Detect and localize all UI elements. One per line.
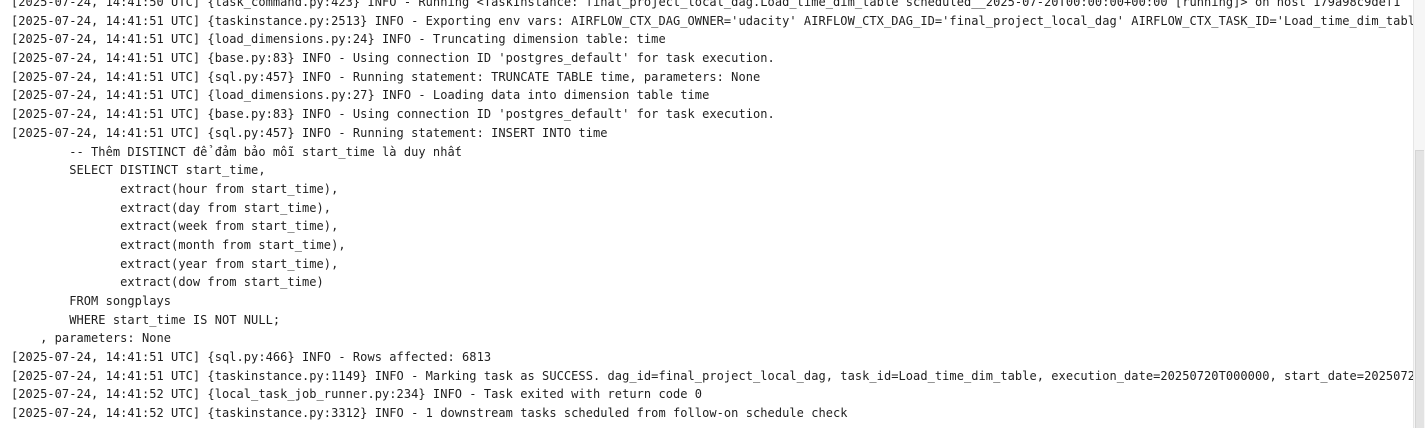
log-line: WHERE start_time IS NOT NULL; bbox=[11, 312, 281, 327]
log-line: extract(dow from start_time) bbox=[11, 275, 324, 290]
log-line: [2025-07-24, 14:41:52 UTC] {taskinstance… bbox=[11, 406, 848, 421]
log-line: [2025-07-24, 14:41:52 UTC] {local_task_j… bbox=[11, 387, 703, 402]
log-output: [2025-07-24, 14:41:50 UTC] {task_command… bbox=[11, 0, 1415, 428]
log-viewer: [2025-07-24, 14:41:50 UTC] {task_command… bbox=[0, 0, 1425, 428]
log-line: [2025-07-24, 14:41:51 UTC] {taskinstance… bbox=[11, 13, 1415, 28]
log-line: , parameters: None bbox=[11, 331, 172, 346]
log-line: FROM songplays bbox=[11, 294, 172, 308]
log-line: extract(week from start_time), bbox=[11, 219, 339, 234]
log-line: [2025-07-24, 14:41:51 UTC] {load_dimensi… bbox=[11, 88, 710, 103]
vertical-scrollbar[interactable] bbox=[1413, 0, 1425, 428]
log-line: SELECT DISTINCT start_time, bbox=[11, 163, 266, 178]
log-line: [2025-07-24, 14:41:50 UTC] {task_command… bbox=[11, 0, 1401, 9]
log-line: extract(day from start_time), bbox=[11, 200, 332, 215]
log-line: [2025-07-24, 14:41:51 UTC] {sql.py:457} … bbox=[11, 125, 608, 140]
log-line: [2025-07-24, 14:41:51 UTC] {base.py:83} … bbox=[11, 107, 775, 122]
scrollbar-thumb[interactable] bbox=[1415, 150, 1424, 428]
log-line: [2025-07-24, 14:41:51 UTC] {load_dimensi… bbox=[11, 32, 666, 47]
log-line: extract(month from start_time), bbox=[11, 237, 346, 252]
log-line: -- Thêm DISTINCT để đảm bảo mỗi start_ti… bbox=[11, 144, 463, 159]
log-line: [2025-07-24, 14:41:51 UTC] {sql.py:466} … bbox=[11, 350, 492, 365]
log-line: [2025-07-24, 14:41:51 UTC] {sql.py:457} … bbox=[11, 69, 761, 84]
log-line: [2025-07-24, 14:41:51 UTC] {base.py:83} … bbox=[11, 51, 775, 66]
log-line: extract(year from start_time), bbox=[11, 256, 339, 271]
log-line: [2025-07-24, 14:41:51 UTC] {taskinstance… bbox=[11, 368, 1415, 383]
log-line: extract(hour from start_time), bbox=[11, 181, 339, 196]
